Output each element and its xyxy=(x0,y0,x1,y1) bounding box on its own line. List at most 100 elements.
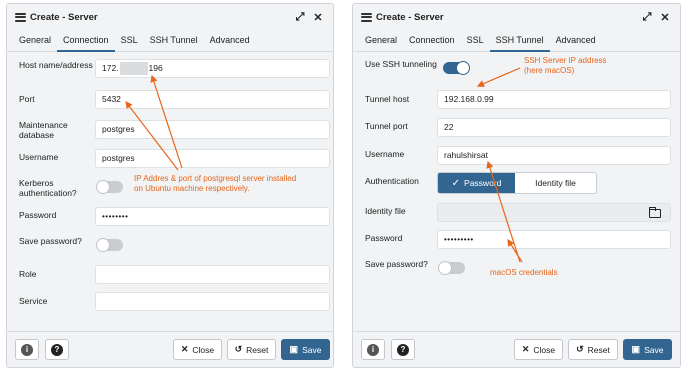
identity-file-label: Identity file xyxy=(365,206,406,216)
reset-icon: ↺ xyxy=(576,344,584,354)
dialog-titlebar: Create - Server ⤢ ✕ xyxy=(7,4,333,30)
tab-general[interactable]: General xyxy=(13,35,57,52)
close-icon: ✕ xyxy=(521,344,530,354)
tab-ssl[interactable]: SSL xyxy=(115,35,144,52)
save-icon: ▣ xyxy=(631,344,641,354)
tunnel-host-label: Tunnel host xyxy=(365,94,410,104)
folder-icon[interactable] xyxy=(649,207,661,218)
annotation-mac-credentials: macOS credentials xyxy=(490,268,558,277)
service-input[interactable] xyxy=(95,292,330,311)
role-label: Role xyxy=(19,269,37,279)
dialog-footer: i ? ✕ Close ↺ Reset ▣ Save xyxy=(353,331,680,367)
dialog-title: Create - Server xyxy=(30,11,98,23)
authentication-label: Authentication xyxy=(365,176,419,186)
save-button-label: Save xyxy=(644,344,664,355)
tab-general[interactable]: General xyxy=(359,35,403,52)
save-icon: ▣ xyxy=(289,344,299,354)
auth-option-identity-file[interactable]: Identity file xyxy=(515,173,596,193)
host-label: Host name/address xyxy=(19,60,93,70)
tunnel-port-input[interactable]: 22 xyxy=(437,118,671,137)
tunnel-host-input[interactable]: 192.168.0.99 xyxy=(437,90,671,109)
close-button[interactable]: ✕ Close xyxy=(173,339,222,360)
annotation-ssh-ip-line1: SSH Server IP address xyxy=(524,56,607,65)
toggle-knob xyxy=(438,261,452,275)
close-icon[interactable]: ✕ xyxy=(658,10,672,24)
tab-ssh-tunnel[interactable]: SSH Tunnel xyxy=(489,35,550,52)
password-input[interactable]: ••••••••• xyxy=(437,230,671,249)
tunnel-port-label: Tunnel port xyxy=(365,121,408,131)
maintenance-db-label: Maintenance database xyxy=(19,120,68,140)
authentication-selector: ✓ Password Identity file xyxy=(437,172,597,194)
annotation-ip-port-line1: IP Addres & port of postgresql server in… xyxy=(134,174,297,183)
maintenance-db-input[interactable]: postgres xyxy=(95,120,330,139)
help-icon: ? xyxy=(51,343,63,356)
auth-option-password[interactable]: ✓ Password xyxy=(438,173,515,193)
save-password-label: Save password? xyxy=(19,236,82,246)
service-label: Service xyxy=(19,296,48,306)
expand-icon[interactable]: ⤢ xyxy=(293,10,307,24)
close-button-label: Close xyxy=(533,344,556,355)
host-value-suffix: 196 xyxy=(148,63,163,73)
tab-ssl[interactable]: SSL xyxy=(461,35,490,52)
username-label: Username xyxy=(365,149,405,159)
port-label: Port xyxy=(19,94,35,104)
reset-button-label: Reset xyxy=(587,344,610,355)
close-button-label: Close xyxy=(192,344,215,355)
help-button[interactable]: ? xyxy=(45,339,69,360)
kerberos-toggle[interactable] xyxy=(96,180,123,194)
save-button[interactable]: ▣ Save xyxy=(281,339,330,360)
tab-advanced[interactable]: Advanced xyxy=(204,35,256,52)
host-input[interactable]: 172. 196 xyxy=(95,59,330,78)
reset-button[interactable]: ↺ Reset xyxy=(227,339,276,360)
dialog-title: Create - Server xyxy=(376,11,444,23)
tab-advanced[interactable]: Advanced xyxy=(550,35,602,52)
toggle-knob xyxy=(96,238,110,252)
kerberos-label: Kerberos authentication? xyxy=(19,178,77,198)
save-password-toggle[interactable] xyxy=(438,261,465,275)
password-label: Password xyxy=(365,233,403,243)
port-input[interactable]: 5432 xyxy=(95,90,330,109)
info-button[interactable]: i xyxy=(361,339,385,360)
tab-ssh-tunnel[interactable]: SSH Tunnel xyxy=(144,35,204,52)
host-value-prefix: 172. xyxy=(102,63,119,73)
server-icon xyxy=(361,12,372,22)
create-server-dialog-ssh-tunnel: Create - Server ⤢ ✕ General Connection S… xyxy=(352,3,681,368)
check-icon: ✓ xyxy=(451,177,461,189)
save-password-toggle[interactable] xyxy=(96,238,123,252)
close-icon[interactable]: ✕ xyxy=(311,10,325,24)
dialog-footer: i ? ✕ Close ↺ Reset ▣ Save xyxy=(7,331,333,367)
save-button[interactable]: ▣ Save xyxy=(623,339,672,360)
password-label: Password xyxy=(19,210,57,220)
annotation-ssh-ip-line2: (here macOS) xyxy=(524,66,575,75)
info-icon: i xyxy=(21,343,33,356)
toggle-knob xyxy=(456,61,470,75)
annotation-ssh-ip: SSH Server IP address (here macOS) xyxy=(524,56,607,76)
use-ssh-toggle[interactable] xyxy=(443,61,470,75)
role-input[interactable] xyxy=(95,265,330,284)
close-icon: ✕ xyxy=(180,344,189,354)
reset-button[interactable]: ↺ Reset xyxy=(568,339,618,360)
username-label: Username xyxy=(19,152,59,162)
tab-bar: General Connection SSL SSH Tunnel Advanc… xyxy=(7,30,333,52)
reset-icon: ↺ xyxy=(234,344,243,354)
reset-button-label: Reset xyxy=(246,344,269,355)
use-ssh-label: Use SSH tunneling xyxy=(365,59,437,69)
help-icon: ? xyxy=(397,343,409,356)
dialog-titlebar: Create - Server ⤢ ✕ xyxy=(353,4,680,30)
close-button[interactable]: ✕ Close xyxy=(514,339,563,360)
tab-connection[interactable]: Connection xyxy=(57,35,115,52)
help-button[interactable]: ? xyxy=(391,339,415,360)
expand-icon[interactable]: ⤢ xyxy=(640,10,654,24)
username-input[interactable]: rahulshirsat xyxy=(437,146,671,165)
tab-bar: General Connection SSL SSH Tunnel Advanc… xyxy=(353,30,680,52)
identity-file-input[interactable] xyxy=(437,203,671,222)
info-button[interactable]: i xyxy=(15,339,39,360)
redacted-block xyxy=(119,62,148,76)
annotation-ip-port-line2: on Ubuntu machine respectively. xyxy=(134,184,250,193)
tab-connection[interactable]: Connection xyxy=(403,35,461,52)
toggle-knob xyxy=(96,180,110,194)
username-input[interactable]: postgres xyxy=(95,149,330,168)
password-input[interactable]: •••••••• xyxy=(95,207,330,226)
server-icon xyxy=(15,12,26,22)
save-button-label: Save xyxy=(302,344,322,355)
